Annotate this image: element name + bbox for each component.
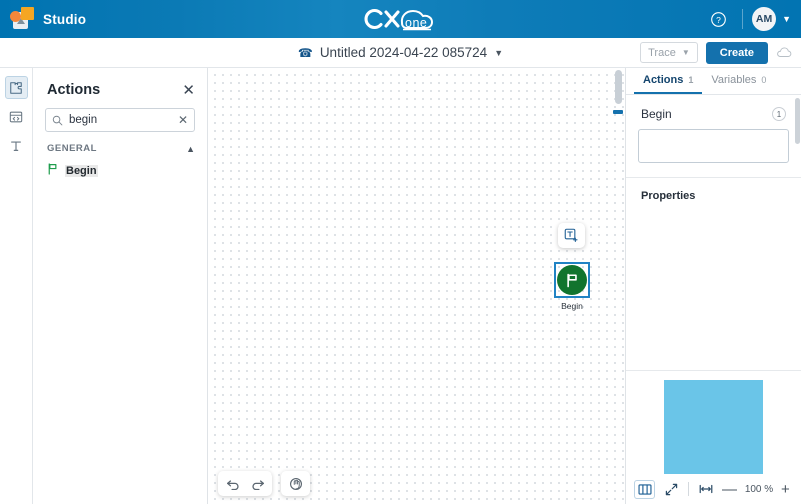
avatar: AM [752, 7, 776, 31]
studio-logo-icon [10, 7, 34, 31]
action-detail-section: Begin 1 [626, 95, 801, 163]
snippet-rail-icon[interactable] [5, 105, 28, 128]
divider [688, 482, 689, 496]
actions-rail-icon[interactable] [5, 76, 28, 99]
tab-variables-count: 0 [761, 75, 766, 85]
flow-node-circle [557, 265, 587, 295]
main-body: Actions ✕ ✕ GENERAL ▲ B [0, 68, 801, 504]
add-text-box-icon[interactable] [558, 223, 585, 248]
chevron-down-icon[interactable]: ▼ [494, 48, 503, 58]
divider [742, 9, 743, 29]
clear-x-icon[interactable]: ✕ [178, 114, 188, 126]
text-rail-icon[interactable] [5, 134, 28, 157]
tab-actions-count: 1 [688, 75, 693, 85]
canvas-vertical-scrollbar[interactable] [615, 70, 622, 104]
close-icon[interactable]: ✕ [182, 83, 195, 98]
cxone-logo: one [0, 0, 801, 38]
hand-pan-icon[interactable] [284, 473, 307, 494]
top-bar-right: ? AM ▼ [703, 0, 801, 38]
flow-canvas[interactable]: Begin [208, 68, 625, 504]
chevron-down-icon: ▼ [782, 15, 791, 24]
fit-to-screen-icon[interactable] [661, 480, 682, 499]
actions-search-wrap: ✕ [33, 108, 207, 132]
left-rail [0, 68, 33, 504]
studio-app: Studio one ? AM ▼ ☎ Untitled [0, 0, 801, 504]
fit-to-width-icon[interactable] [695, 480, 716, 499]
actions-search-box[interactable]: ✕ [45, 108, 195, 132]
minimap[interactable] [664, 380, 763, 474]
zoom-out-button[interactable]: — [722, 482, 737, 497]
svg-text:one: one [405, 16, 427, 30]
flow-node-selection[interactable] [554, 262, 590, 298]
spacer [626, 202, 801, 370]
minimap-toggle-icon[interactable] [634, 480, 655, 499]
flow-title-group[interactable]: ☎ Untitled 2024-04-22 085724 ▼ [0, 45, 801, 60]
canvas-position-marker [613, 110, 623, 114]
actions-panel-title: Actions [47, 82, 100, 98]
properties-scrollbar[interactable] [795, 98, 800, 144]
pan-tool-group [281, 471, 310, 496]
actions-panel: Actions ✕ ✕ GENERAL ▲ B [33, 68, 208, 504]
tab-variables-label: Variables [711, 74, 756, 86]
svg-text:?: ? [716, 14, 721, 24]
help-circle-icon[interactable]: ? [703, 4, 733, 34]
brand[interactable]: Studio [0, 7, 86, 31]
actions-panel-header: Actions ✕ [33, 68, 207, 108]
undo-arrow-icon[interactable] [221, 473, 244, 494]
search-icon [52, 115, 63, 126]
zoom-in-button[interactable]: + [781, 482, 790, 497]
action-name-field[interactable] [638, 129, 789, 163]
user-menu[interactable]: AM ▼ [752, 7, 791, 31]
flow-title: Untitled 2024-04-22 085724 [320, 45, 487, 60]
flag-icon [565, 273, 579, 288]
properties-panel: Actions 1 Variables 0 Begin 1 Properties [625, 68, 801, 504]
actions-group-label: GENERAL [47, 143, 97, 154]
action-row-label: Begin [641, 107, 672, 121]
action-row[interactable]: Begin 1 [638, 107, 789, 121]
status-badge: 1 [772, 107, 786, 121]
tab-actions[interactable]: Actions 1 [634, 68, 702, 94]
list-item-label: Begin [65, 165, 98, 177]
green-flag-icon [47, 162, 58, 180]
history-tool-group [218, 471, 272, 496]
zoom-level: 100 % [743, 484, 775, 495]
flow-node-label: Begin [554, 301, 590, 311]
app-name: Studio [43, 12, 86, 27]
sub-header: ☎ Untitled 2024-04-22 085724 ▼ Trace ▼ C… [0, 38, 801, 68]
chevron-up-icon[interactable]: ▲ [186, 144, 195, 154]
canvas-tools [218, 471, 310, 496]
top-bar: Studio one ? AM ▼ [0, 0, 801, 38]
list-item[interactable]: Begin [33, 158, 207, 184]
search-input[interactable] [69, 114, 172, 126]
zoom-controls: — 100 % + [626, 474, 801, 504]
phone-icon: ☎ [298, 47, 313, 59]
minimap-section: — 100 % + [626, 370, 801, 504]
tab-variables[interactable]: Variables 0 [702, 68, 775, 94]
flow-node[interactable]: Begin [554, 262, 590, 311]
redo-arrow-icon[interactable] [246, 473, 269, 494]
properties-tabs: Actions 1 Variables 0 [626, 68, 801, 95]
properties-title: Properties [626, 178, 801, 202]
actions-group-header[interactable]: GENERAL ▲ [33, 132, 207, 158]
tab-actions-label: Actions [643, 74, 683, 86]
